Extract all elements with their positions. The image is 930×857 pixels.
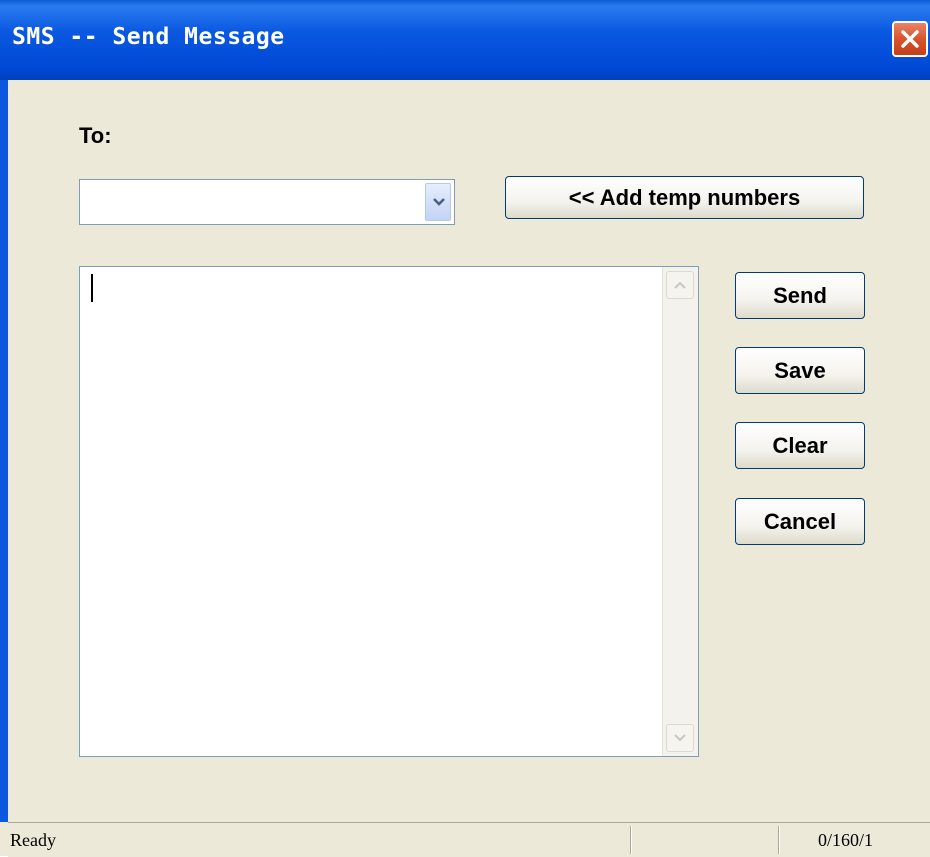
text-caret — [91, 274, 93, 302]
clear-button[interactable]: Clear — [735, 422, 865, 469]
close-icon — [901, 30, 919, 48]
status-bar: Ready 0/160/1 — [8, 822, 930, 857]
scroll-down-button[interactable] — [666, 724, 694, 752]
arrow-up-icon — [674, 281, 686, 289]
title-bar[interactable]: SMS -- Send Message — [0, 0, 930, 80]
add-temp-numbers-button[interactable]: << Add temp numbers — [505, 176, 864, 219]
chevron-down-icon — [433, 198, 445, 206]
window-title: SMS -- Send Message — [12, 24, 285, 50]
save-button[interactable]: Save — [735, 347, 865, 394]
sms-dialog: SMS -- Send Message To: << Add temp numb… — [0, 0, 930, 857]
arrow-down-icon — [674, 734, 686, 742]
status-separator — [630, 826, 632, 854]
to-label: To: — [79, 123, 112, 148]
recipient-combobox[interactable] — [79, 179, 455, 225]
message-textarea[interactable] — [79, 266, 699, 757]
window-border — [0, 80, 8, 822]
character-counter: 0/160/1 — [818, 830, 874, 850]
close-button[interactable] — [892, 21, 928, 57]
status-separator — [778, 826, 780, 854]
dropdown-button[interactable] — [425, 183, 451, 221]
scroll-up-button[interactable] — [666, 271, 694, 299]
vertical-scrollbar[interactable] — [662, 267, 698, 756]
cancel-button[interactable]: Cancel — [735, 498, 865, 545]
status-text: Ready — [10, 830, 56, 850]
send-button[interactable]: Send — [735, 272, 865, 319]
